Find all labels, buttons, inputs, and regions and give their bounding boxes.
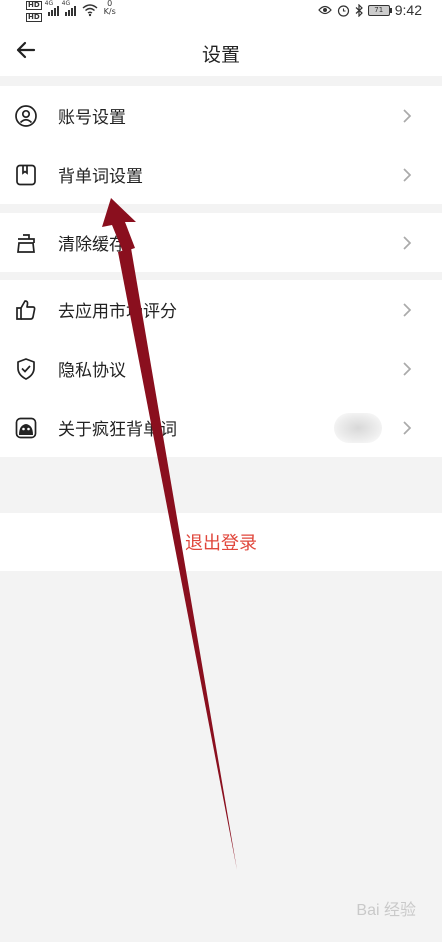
chevron-right-icon (403, 420, 412, 435)
clear-cache-label: 清除缓存 (58, 235, 126, 255)
privacy-policy-item[interactable]: 隐私协议 (0, 339, 442, 398)
eye-icon (317, 5, 332, 15)
chevron-right-icon (403, 108, 412, 123)
status-bar: HD HD 4G 4G 0 K/s 71 9:42 (0, 0, 442, 24)
signal-icon: 4G (45, 0, 59, 16)
notebook-icon (16, 164, 36, 185)
account-settings-label: 账号设置 (58, 108, 126, 128)
bluetooth-icon (355, 3, 363, 17)
rate-app-item[interactable]: 去应用市场评分 (0, 280, 442, 339)
hd-badge: HD (26, 13, 42, 22)
chevron-right-icon (403, 361, 412, 376)
alarm-icon (337, 4, 349, 17)
hd-badge: HD (26, 1, 42, 10)
word-settings-label: 背单词设置 (58, 167, 143, 187)
settings-group-account: 账号设置 背单词设置 (0, 86, 442, 204)
clear-cache-item[interactable]: 清除缓存 (0, 213, 442, 272)
page-title: 设置 (201, 44, 240, 66)
logout-button[interactable]: 退出登录 (0, 513, 442, 571)
chevron-right-icon (403, 235, 412, 250)
thumbs-up-icon (16, 299, 36, 320)
settings-group-cache: 清除缓存 (0, 213, 442, 272)
broom-icon (17, 233, 35, 253)
user-circle-icon (15, 104, 37, 127)
network-speed: 0 K/s (103, 0, 116, 16)
wifi-icon (82, 4, 98, 17)
shield-check-icon (17, 357, 35, 380)
app-header: 设置 (0, 24, 442, 76)
chevron-right-icon (403, 167, 412, 182)
battery-icon: 71 (367, 4, 392, 16)
rate-app-label: 去应用市场评分 (58, 302, 177, 322)
logout-label: 退出登录 (185, 533, 257, 554)
account-settings-item[interactable]: 账号设置 (0, 86, 442, 145)
watermark: Bai 经验 (356, 902, 416, 919)
signal-icon: 4G (62, 0, 76, 16)
about-app-label: 关于疯狂背单词 (58, 420, 177, 440)
about-app-item[interactable]: 关于疯狂背单词 (0, 398, 442, 457)
version-info-blurred (334, 412, 382, 443)
privacy-policy-label: 隐私协议 (58, 361, 126, 381)
app-logo-icon (15, 417, 37, 438)
chevron-right-icon (403, 302, 412, 317)
word-settings-item[interactable]: 背单词设置 (0, 145, 442, 204)
clock: 9:42 (394, 2, 422, 18)
settings-group-about: 去应用市场评分 隐私协议 关于疯狂背单词 (0, 280, 442, 457)
